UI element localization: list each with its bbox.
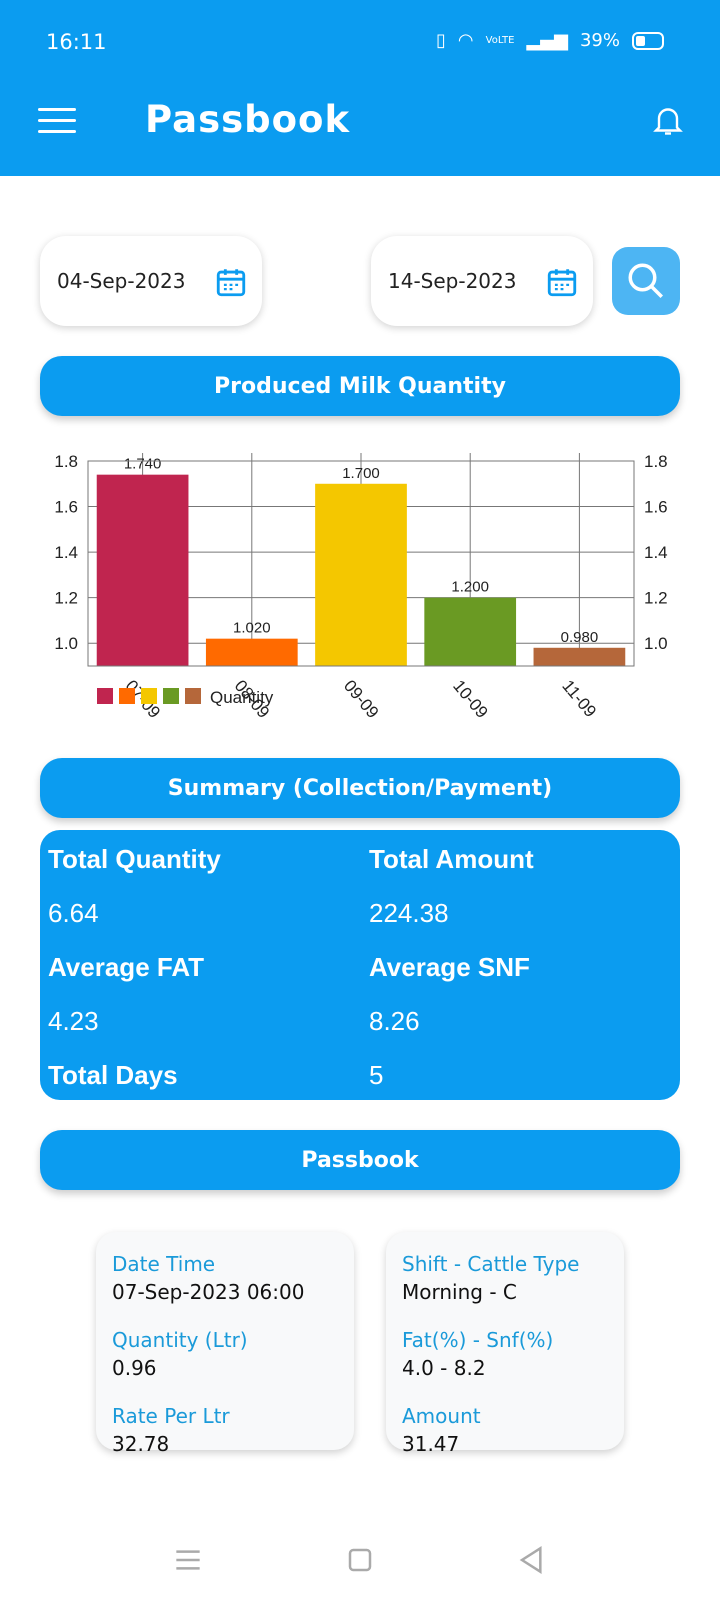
- app-header: 16:11 ▯ ◠ VoLTE ▂▄▆ 39% Passbook: [0, 0, 720, 176]
- to-date-value: 14-Sep-2023: [388, 269, 517, 293]
- legend-swatch: [185, 688, 201, 704]
- y-tick-left: 1.2: [54, 589, 78, 608]
- volte-icon: VoLTE: [485, 35, 515, 46]
- milk-quantity-chart: 1.01.01.21.21.41.41.61.61.81.81.74007-09…: [54, 452, 668, 722]
- passbook-entry-card-right[interactable]: Shift - Cattle Type Morning - C Fat(%) -…: [386, 1232, 624, 1456]
- value-label: 0.980: [561, 629, 599, 646]
- battery-icon: [632, 31, 664, 50]
- quantity-value: 0.96: [112, 1356, 157, 1380]
- legend-label: Quantity: [210, 688, 274, 707]
- rate-value: 32.78: [112, 1432, 170, 1456]
- page-title: Passbook: [145, 98, 351, 141]
- legend-swatch: [97, 688, 113, 704]
- produced-milk-quantity-button[interactable]: Produced Milk Quantity: [40, 356, 680, 416]
- fat-snf-label: Fat(%) - Snf(%): [402, 1328, 554, 1352]
- y-tick-right: 1.6: [644, 498, 668, 517]
- shift-label: Shift - Cattle Type: [402, 1252, 580, 1276]
- back-nav-icon[interactable]: [512, 1540, 552, 1580]
- total-amount-label: Total Amount: [369, 844, 534, 874]
- bar-08-09: [205, 638, 298, 666]
- wifi-icon: ◠: [457, 30, 474, 51]
- total-quantity-label: Total Quantity: [48, 844, 221, 874]
- bar-09-09: [315, 483, 407, 666]
- y-tick-right: 1.0: [644, 634, 668, 653]
- x-tick-label: 10-09: [449, 676, 492, 722]
- to-date-field[interactable]: 14-Sep-2023: [371, 236, 593, 326]
- y-tick-right: 1.4: [644, 543, 668, 562]
- y-tick-left: 1.6: [54, 498, 78, 517]
- total-quantity-value: 6.64: [48, 898, 99, 928]
- calendar-icon[interactable]: [214, 264, 248, 300]
- amount-value: 31.47: [402, 1432, 460, 1456]
- fat-snf-value: 4.0 - 8.2: [402, 1356, 486, 1380]
- average-snf-label: Average SNF: [369, 952, 530, 982]
- value-label: 1.020: [233, 620, 271, 637]
- from-date-value: 04-Sep-2023: [57, 269, 186, 293]
- value-label: 1.700: [342, 465, 380, 482]
- x-tick-label: 11-09: [558, 676, 600, 721]
- home-nav-icon[interactable]: [340, 1540, 380, 1580]
- rate-label: Rate Per Ltr: [112, 1404, 230, 1428]
- average-fat-value: 4.23: [48, 1006, 99, 1036]
- total-amount-value: 224.38: [369, 898, 449, 928]
- amount-label: Amount: [402, 1404, 481, 1428]
- summary-button[interactable]: Summary (Collection/Payment): [40, 758, 680, 818]
- legend-swatch: [141, 688, 157, 704]
- summary-card: Total Quantity 6.64 Total Amount 224.38 …: [40, 830, 680, 1100]
- shift-value: Morning - C: [402, 1280, 517, 1304]
- y-tick-left: 1.4: [54, 543, 78, 562]
- value-label: 1.200: [451, 579, 489, 596]
- average-fat-label: Average FAT: [48, 952, 205, 982]
- from-date-field[interactable]: 04-Sep-2023: [40, 236, 262, 326]
- passbook-entry-card-left[interactable]: Date Time 07-Sep-2023 06:00 Quantity (Lt…: [96, 1232, 354, 1456]
- bell-icon[interactable]: [650, 102, 686, 138]
- legend-swatch: [163, 688, 179, 704]
- vibrate-icon: ▯: [436, 30, 446, 51]
- value-label: 1.740: [124, 456, 162, 473]
- y-tick-left: 1.0: [54, 634, 78, 653]
- hamburger-icon[interactable]: [38, 108, 76, 134]
- status-time: 16:11: [46, 30, 107, 54]
- total-days-value: 5: [369, 1060, 384, 1090]
- y-tick-left: 1.8: [54, 452, 78, 471]
- status-icons: ▯ ◠ VoLTE ▂▄▆ 39%: [436, 30, 664, 51]
- y-tick-right: 1.8: [644, 452, 668, 471]
- total-days-label: Total Days: [48, 1060, 178, 1090]
- quantity-label: Quantity (Ltr): [112, 1328, 248, 1352]
- recents-nav-icon[interactable]: [168, 1540, 208, 1580]
- signal-icon: ▂▄▆: [526, 30, 568, 51]
- average-snf-value: 8.26: [369, 1006, 420, 1036]
- bar-11-09: [533, 647, 626, 666]
- y-tick-right: 1.2: [644, 589, 668, 608]
- x-tick-label: 09-09: [340, 676, 383, 722]
- passbook-button[interactable]: Passbook: [40, 1130, 680, 1190]
- bar-10-09: [424, 597, 517, 666]
- search-button[interactable]: [612, 247, 680, 315]
- legend-swatch: [119, 688, 135, 704]
- bar-07-09: [96, 474, 189, 666]
- date-time-label: Date Time: [112, 1252, 216, 1276]
- battery-percent: 39%: [579, 30, 620, 51]
- calendar-icon[interactable]: [545, 264, 579, 300]
- search-icon: [628, 263, 663, 298]
- date-time-value: 07-Sep-2023 06:00: [112, 1280, 305, 1304]
